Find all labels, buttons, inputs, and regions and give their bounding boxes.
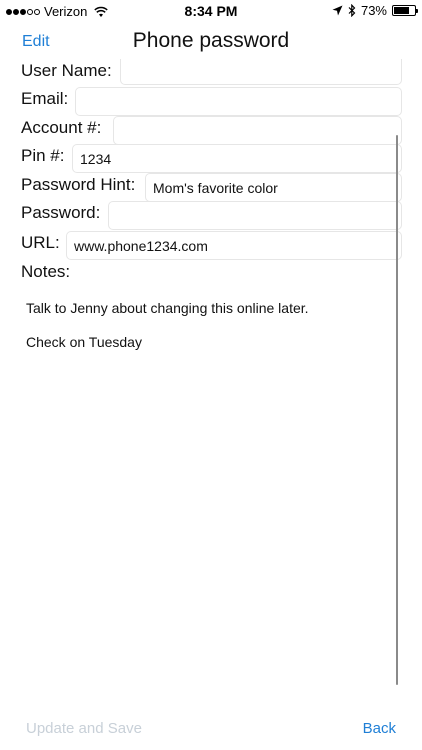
scrollbar[interactable]: [396, 135, 398, 685]
url-field[interactable]: www.phone1234.com: [66, 231, 402, 260]
password-field[interactable]: [108, 201, 402, 230]
bottom-toolbar: Update and Save Back: [0, 710, 422, 750]
battery-icon: [392, 5, 418, 16]
email-label: Email:: [21, 89, 69, 108]
back-button[interactable]: Back: [363, 720, 396, 737]
page-title: Phone password: [132, 29, 290, 52]
update-and-save-button[interactable]: Update and Save: [26, 720, 142, 737]
notes-label: Notes:: [21, 262, 71, 281]
password-hint-label: Password Hint:: [21, 175, 136, 194]
form-row-pin: Pin #: 1234: [21, 144, 402, 173]
form-row-account: Account #:: [21, 116, 402, 145]
form-row-notes: Notes:: [21, 260, 402, 288]
nav-bar: Edit Phone password: [0, 22, 422, 62]
url-label: URL:: [21, 233, 60, 252]
form-row-password-hint: Password Hint: Mom's favorite color: [21, 173, 402, 202]
battery-percent: 73%: [360, 3, 387, 18]
notes-line: Check on Tuesday: [26, 334, 142, 350]
pin-field[interactable]: 1234: [72, 144, 402, 173]
user-name-label: User Name:: [21, 61, 112, 80]
bluetooth-icon: [348, 4, 356, 17]
account-label: Account #:: [21, 118, 102, 137]
password-hint-field[interactable]: Mom's favorite color: [145, 173, 402, 202]
notes-line: Talk to Jenny about changing this online…: [26, 300, 309, 316]
location-arrow-icon: [332, 5, 343, 16]
account-field[interactable]: [113, 116, 402, 145]
pin-label: Pin #:: [21, 146, 65, 165]
status-bar: Verizon 8:34 PM 73%: [0, 0, 422, 22]
form-row-email: Email:: [21, 87, 402, 116]
battery-level: [394, 7, 409, 14]
email-field[interactable]: [75, 87, 402, 116]
form-row-user-name: User Name:: [21, 59, 402, 87]
form-row-password: Password:: [21, 201, 402, 230]
user-name-field[interactable]: [120, 59, 402, 85]
status-right: 73%: [332, 3, 418, 18]
notes-textarea[interactable]: Talk to Jenny about changing this online…: [26, 298, 386, 366]
password-label: Password:: [21, 203, 101, 222]
form-row-url: URL: www.phone1234.com: [21, 231, 402, 260]
